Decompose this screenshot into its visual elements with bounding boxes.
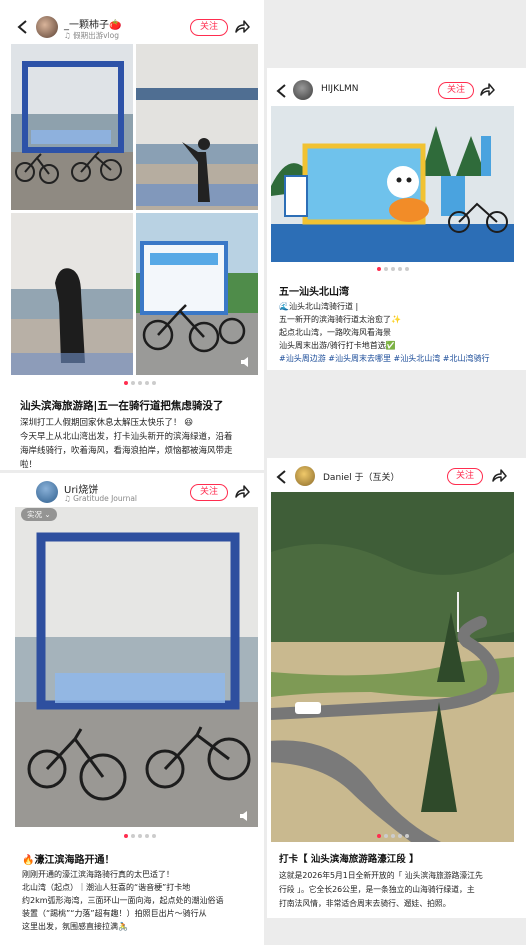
avatar[interactable]: [36, 16, 58, 38]
post-body: 刚刚开通的濠江滨海路骑行真的太巴适了！ 北山湾（起点）｜潮汕人狂喜的“谐音梗”打…: [22, 868, 224, 933]
body-line: 北山湾（起点）｜潮汕人狂喜的“谐音梗”打卡地: [22, 883, 191, 892]
body-line: 🌊汕头北山湾骑行道 |: [279, 302, 359, 311]
body-line: 汕头周末出游/骑行打卡地首选✅: [279, 341, 396, 350]
photo-person-sea: [136, 44, 258, 210]
body-line: 啦！: [20, 460, 38, 470]
post-image-mascot-board[interactable]: [271, 106, 514, 262]
post-title: 🔥濠江滨海路开通！: [22, 855, 115, 866]
post-body: 🌊汕头北山湾骑行道 | 五一新开的滨海骑行道太治愈了✨ 起点北山湾，一路吹海风看…: [279, 300, 489, 365]
post-card-2[interactable]: HIJKLMN 关注 五一汕头北山湾 🌊汕头北山湾骑行道 | 五一新开的滨海骑行…: [267, 68, 526, 370]
music-subtitle: ♫ 假期出游vlog: [64, 31, 119, 40]
body-line: 这里出发，氛围感直接拉满🚴: [22, 922, 128, 931]
body-line: 约2km弧形海湾，三面环山一面向海，起点处的潮汕俗语: [22, 896, 224, 905]
body-line: 海岸线骑行，吹着海风，看海浪拍岸，烦恼都被海风带走: [20, 446, 233, 456]
follow-button[interactable]: 关注: [190, 19, 228, 36]
photo-sign-bikes: [136, 213, 258, 375]
post-image-frame-bikes[interactable]: [15, 507, 258, 827]
share-icon[interactable]: [491, 468, 507, 484]
username[interactable]: HIJKLMN: [321, 84, 359, 94]
avatar[interactable]: [36, 481, 58, 503]
follow-button[interactable]: 关注: [447, 468, 483, 485]
post-title: 打卡【 汕头滨海旅游路濠江段 】: [279, 854, 419, 865]
back-arrow-icon[interactable]: [14, 18, 32, 36]
body-line: 今天早上从北山湾出发，打卡汕头新开的滨海绿道，沿着: [20, 432, 233, 442]
photo-frame-bikes: [11, 44, 133, 210]
hashtags[interactable]: #汕头周边游 #汕头周末去哪里 #汕头北山湾 #北山湾骑行: [279, 352, 489, 365]
body-line: 行段 」。它全长26公里，是一条独立的山海骑行绿道，主: [279, 885, 475, 894]
post-image-collage[interactable]: [11, 44, 258, 375]
carousel-dots: [124, 381, 156, 385]
sound-icon[interactable]: [239, 355, 253, 369]
back-arrow-icon[interactable]: [273, 82, 291, 100]
carousel-dots: [377, 834, 409, 838]
share-icon[interactable]: [479, 82, 495, 98]
share-icon[interactable]: [234, 484, 250, 500]
post-title: 汕头滨海旅游路|五一在骑行道把焦虑骑没了: [20, 400, 224, 412]
username[interactable]: _一颗柿子🍅: [64, 16, 121, 31]
follow-button[interactable]: 关注: [438, 82, 474, 99]
body-line: 深圳打工人假期回家休息太解压太快乐了！ 😆: [20, 418, 194, 428]
body-line: 起点北山湾，一路吹海风看海景: [279, 328, 391, 337]
post-image-coastal-road[interactable]: [271, 492, 514, 842]
back-arrow-icon[interactable]: [273, 468, 291, 486]
body-line: 打南法风情，非常适合周末去骑行、遛娃、拍照。: [279, 899, 451, 908]
music-subtitle: ♫ Gratitude Journal: [64, 494, 138, 503]
photo-woman-sea: [11, 213, 133, 375]
username[interactable]: Daniel 于（互关）: [323, 470, 400, 483]
avatar[interactable]: [293, 80, 313, 100]
body-line: 装置（“踢桃”“力落”超有趣！）拍照巨出片～骑行从: [22, 909, 207, 918]
post-body: 深圳打工人假期回家休息太解压太快乐了！ 😆 今天早上从北山湾出发，打卡汕头新开的…: [20, 416, 233, 470]
post-title: 五一汕头北山湾: [279, 287, 349, 298]
post-body: 这就是2026年5月1日全新开放的「 汕头滨海旅游路濠江先 行段 」。它全长26…: [279, 869, 483, 911]
share-icon[interactable]: [234, 19, 250, 35]
body-line: 刚刚开通的濠江滨海路骑行真的太巴适了！: [22, 870, 174, 879]
post-card-1[interactable]: _一颗柿子🍅 ♫ 假期出游vlog 关注 汕头滨海旅游路|五一在骑行道把焦虑骑没…: [0, 0, 264, 470]
carousel-dots: [124, 834, 156, 838]
live-photo-badge[interactable]: 实况 ⌄: [21, 508, 57, 521]
body-line: 这就是2026年5月1日全新开放的「 汕头滨海旅游路濠江先: [279, 871, 483, 880]
avatar[interactable]: [295, 466, 315, 486]
post-card-3[interactable]: Uri烧饼 ♫ Gratitude Journal 关注 实况 ⌄ 🔥濠江滨海路…: [0, 473, 264, 945]
follow-button[interactable]: 关注: [190, 484, 228, 501]
post-card-4[interactable]: Daniel 于（互关） 关注 打卡【 汕头滨海旅游路濠江段 】 这就是2026…: [267, 458, 526, 918]
body-line: 五一新开的滨海骑行道太治愈了✨: [279, 315, 401, 324]
carousel-dots: [377, 267, 409, 271]
sound-icon[interactable]: [238, 809, 252, 823]
